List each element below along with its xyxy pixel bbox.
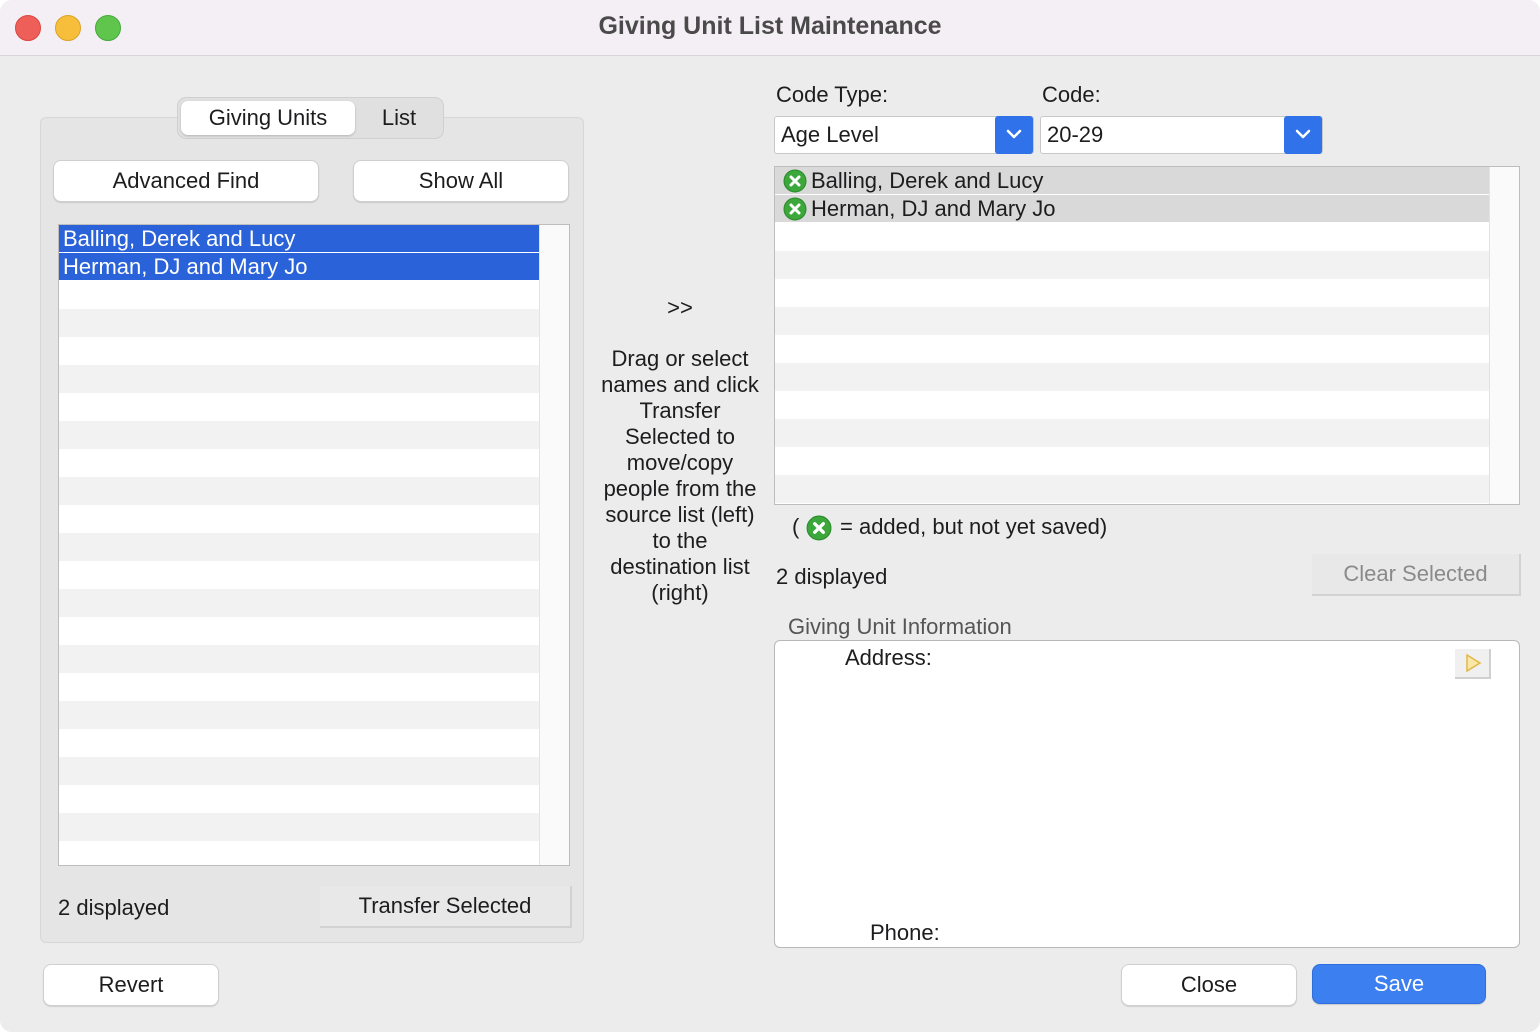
transfer-arrow: >> [667,295,693,320]
clear-selected-button[interactable]: Clear Selected [1312,554,1521,596]
empty-row [59,673,569,701]
show-all-button[interactable]: Show All [353,160,569,202]
code-type-label: Code Type: [776,82,889,107]
empty-row [59,841,569,865]
legend-text: = added, but not yet saved) [840,514,1108,539]
empty-row [59,561,569,589]
info-section-label: Giving Unit Information [788,614,1012,639]
destination-count-label: 2 displayed [776,564,888,589]
list-item[interactable]: Balling, Derek and Lucy [775,167,1519,195]
transfer-selected-button[interactable]: Transfer Selected [320,886,572,928]
giving-unit-info-box: Address: Phone: [774,640,1520,948]
empty-row [59,729,569,757]
empty-row [59,449,569,477]
empty-row [59,393,569,421]
dialog-window: Giving Unit List Maintenance Giving Unit… [0,0,1540,1032]
empty-row [775,251,1519,279]
code-type-value: Age Level [781,122,879,147]
dialog-content: Giving Units List Advanced Find Show All… [0,57,1540,1032]
code-value: 20-29 [1047,122,1104,147]
list-item[interactable]: Herman, DJ and Mary Jo [59,253,569,281]
empty-row [59,701,569,729]
source-count-label: 2 displayed [58,895,170,920]
advanced-find-button[interactable]: Advanced Find [53,160,319,202]
list-item-label: Herman, DJ and Mary Jo [811,196,1056,221]
destination-list-scrollbar[interactable] [1489,167,1519,504]
play-icon[interactable] [1455,649,1491,679]
empty-row [59,421,569,449]
chevron-down-icon[interactable] [995,116,1033,154]
empty-row [59,281,569,309]
empty-row [775,307,1519,335]
code-select[interactable]: 20-29 [1040,116,1323,154]
empty-row [775,419,1519,447]
empty-row [59,505,569,533]
empty-row [775,223,1519,251]
empty-row [59,785,569,813]
chevron-down-icon[interactable] [1284,116,1322,154]
window-title: Giving Unit List Maintenance [598,12,942,40]
empty-row [59,813,569,841]
empty-row [59,589,569,617]
list-item[interactable]: Balling, Derek and Lucy [59,225,569,253]
legend-open-paren: ( [792,514,800,539]
empty-row [59,309,569,337]
source-list-scrollbar[interactable] [539,225,569,865]
address-label: Address: [845,645,932,670]
source-list[interactable]: Balling, Derek and Lucy Herman, DJ and M… [58,224,570,866]
empty-row [775,447,1519,475]
revert-button[interactable]: Revert [43,964,219,1006]
source-tabs: Giving Units List [177,97,444,139]
save-button[interactable]: Save [1312,964,1486,1004]
empty-row [59,337,569,365]
list-item[interactable]: Herman, DJ and Mary Jo [775,195,1519,223]
empty-row [59,365,569,393]
list-item-label: Balling, Derek and Lucy [811,168,1044,193]
empty-row [775,363,1519,391]
code-label: Code: [1042,82,1101,107]
transfer-instructions: Drag or select names and click Transfer … [601,346,759,605]
empty-row [775,335,1519,363]
added-icon [783,169,807,193]
empty-row [775,279,1519,307]
title-bar: Giving Unit List Maintenance [0,0,1540,56]
empty-row [59,477,569,505]
empty-row [775,391,1519,419]
added-legend-icon [806,515,832,541]
tab-list[interactable]: List [358,101,440,135]
tab-giving-units[interactable]: Giving Units [181,101,355,135]
empty-row [59,533,569,561]
code-type-select[interactable]: Age Level [774,116,1034,154]
empty-row [59,645,569,673]
close-button[interactable]: Close [1121,964,1297,1006]
destination-list[interactable]: Balling, Derek and Lucy Herman, DJ and M… [774,166,1520,505]
phone-label: Phone: [870,920,940,945]
added-icon [783,197,807,221]
empty-row [775,475,1519,503]
empty-row [59,757,569,785]
empty-row [59,617,569,645]
